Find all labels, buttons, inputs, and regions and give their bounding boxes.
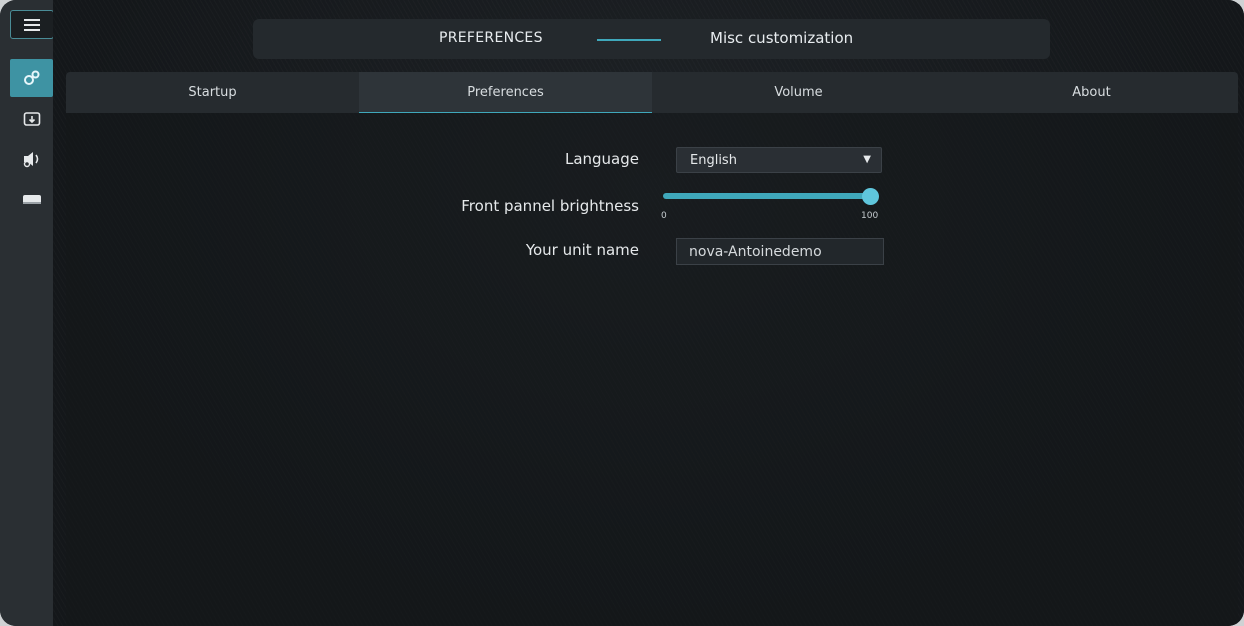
brightness-label: Front pannel brightness bbox=[461, 197, 639, 215]
settings-icon bbox=[23, 70, 39, 85]
tab-startup[interactable]: Startup bbox=[66, 72, 359, 113]
app-window: PREFERENCES Misc customization Startup P… bbox=[0, 0, 1244, 626]
page-title: PREFERENCES bbox=[439, 30, 543, 46]
header-divider bbox=[597, 39, 661, 41]
sidebar-item-speaker[interactable] bbox=[10, 140, 53, 178]
drive-icon bbox=[22, 195, 41, 204]
speaker-icon bbox=[23, 152, 38, 168]
slider-min-label: 0 bbox=[661, 211, 667, 221]
sidebar-item-drive[interactable] bbox=[10, 181, 53, 219]
sidebar-item-settings[interactable] bbox=[10, 59, 53, 97]
sidebar-item-download[interactable] bbox=[10, 100, 53, 138]
language-label: Language bbox=[564, 150, 639, 168]
slider-max-label: 100 bbox=[861, 211, 879, 221]
dropdown-arrow-icon: ▼ bbox=[863, 154, 871, 165]
tab-about[interactable]: About bbox=[945, 72, 1238, 113]
language-select[interactable]: English ▼ bbox=[676, 147, 882, 173]
unit-name-label: Your unit name bbox=[525, 241, 639, 259]
sidebar bbox=[0, 0, 54, 626]
tab-preferences[interactable]: Preferences bbox=[359, 72, 652, 113]
main-area: PREFERENCES Misc customization Startup P… bbox=[53, 0, 1244, 626]
brightness-slider-handle[interactable] bbox=[862, 188, 879, 205]
language-value: English bbox=[690, 152, 737, 168]
preferences-panel bbox=[66, 113, 1238, 626]
menu-icon bbox=[24, 18, 40, 31]
tab-bar: Startup Preferences Volume About bbox=[66, 72, 1238, 113]
unit-name-input[interactable]: nova-Antoinedemo bbox=[676, 238, 884, 265]
page-subtitle: Misc customization bbox=[710, 29, 854, 47]
download-icon bbox=[23, 112, 40, 126]
brightness-slider-track[interactable] bbox=[663, 193, 871, 199]
tab-volume[interactable]: Volume bbox=[652, 72, 945, 113]
menu-button[interactable] bbox=[10, 10, 54, 39]
header-bar: PREFERENCES Misc customization bbox=[253, 19, 1050, 59]
